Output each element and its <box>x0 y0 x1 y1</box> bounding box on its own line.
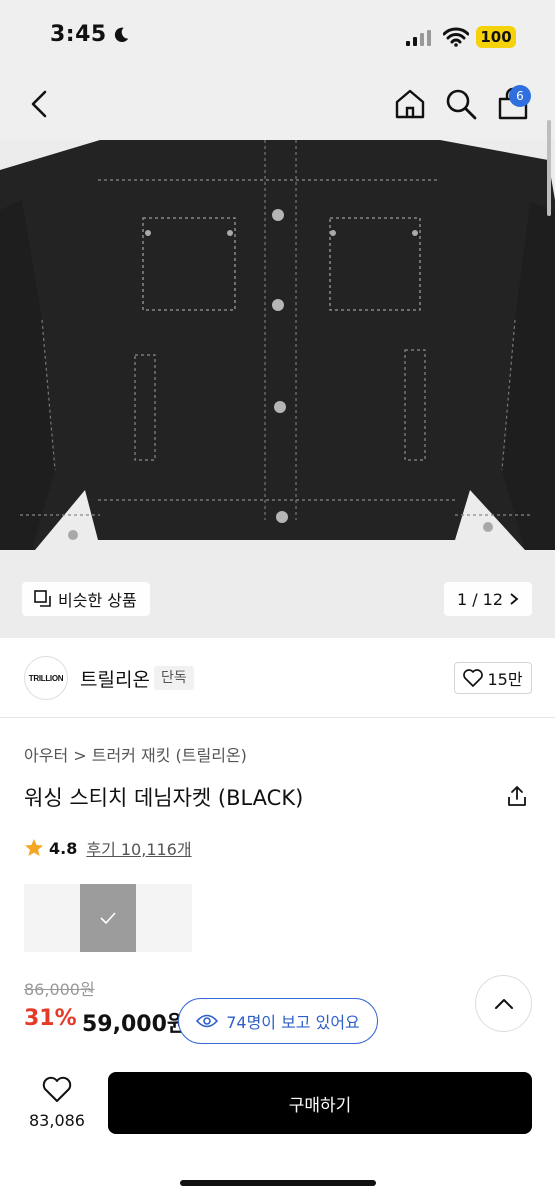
color-option[interactable] <box>136 884 192 952</box>
buy-button[interactable]: 구매하기 <box>108 1072 532 1134</box>
sale-price: 59,000원 <box>82 1012 188 1037</box>
original-price: 86,000원 <box>24 980 95 999</box>
brand-row: TRILLION 트릴리온 단독 15만 <box>0 638 555 718</box>
color-option-selected[interactable] <box>80 884 136 952</box>
color-options <box>24 884 192 952</box>
brand-like-count: 15만 <box>487 670 523 689</box>
scroll-to-top-button[interactable] <box>475 975 532 1032</box>
cart-badge: 6 <box>509 85 531 107</box>
similar-icon <box>34 590 51 607</box>
home-indicator <box>180 1180 376 1186</box>
search-icon[interactable] <box>443 86 479 122</box>
heart-icon <box>42 1076 72 1102</box>
battery-indicator: 100 <box>476 26 516 48</box>
wish-button[interactable]: 83,086 <box>22 1076 92 1130</box>
wifi-icon <box>443 27 469 47</box>
chevron-right-icon <box>510 593 519 605</box>
status-bar: 3:45 100 <box>0 0 555 72</box>
page-indicator-label: 1 / 12 <box>456 589 504 609</box>
moon-icon <box>114 27 129 43</box>
rating-value: 4.8 <box>49 838 78 858</box>
color-option[interactable] <box>24 884 80 952</box>
share-icon[interactable] <box>505 784 529 808</box>
star-icon <box>25 839 43 856</box>
similar-products-button[interactable]: 비슷한 상품 <box>22 582 150 616</box>
breadcrumb[interactable]: 아우터 > 트러커 재킷 (트릴리온) <box>24 742 247 766</box>
home-icon[interactable] <box>392 86 428 122</box>
review-count-link[interactable]: 후기 10,116개 <box>86 836 191 860</box>
heart-icon <box>463 669 484 687</box>
eye-icon <box>196 1014 219 1028</box>
discount-rate: 31% <box>24 1006 77 1031</box>
scrollbar[interactable] <box>547 120 551 216</box>
wish-count: 83,086 <box>29 1111 85 1130</box>
viewers-indicator: 74명이 보고 있어요 <box>178 998 378 1044</box>
brand-name[interactable]: 트릴리온 <box>80 665 150 692</box>
product-title: 워싱 스티치 데님자켓 (BLACK) <box>24 786 304 810</box>
brand-logo[interactable]: TRILLION <box>24 656 68 700</box>
chevron-up-icon <box>494 998 513 1009</box>
back-icon[interactable] <box>22 86 58 122</box>
similar-products-label: 비슷한 상품 <box>58 591 137 610</box>
brand-like-button[interactable]: 15만 <box>454 662 532 694</box>
status-time: 3:45 <box>50 22 107 47</box>
rating-row: 4.8 후기 10,116개 <box>24 836 192 860</box>
check-icon <box>100 912 116 925</box>
product-image[interactable] <box>0 140 555 638</box>
exclusive-badge: 단독 <box>154 666 194 690</box>
nav-bar <box>0 72 555 140</box>
image-page-indicator[interactable]: 1 / 12 <box>444 582 532 616</box>
denim-jacket-image <box>0 140 555 550</box>
viewers-label: 74명이 보고 있어요 <box>226 1013 360 1032</box>
signal-icon <box>406 30 431 46</box>
